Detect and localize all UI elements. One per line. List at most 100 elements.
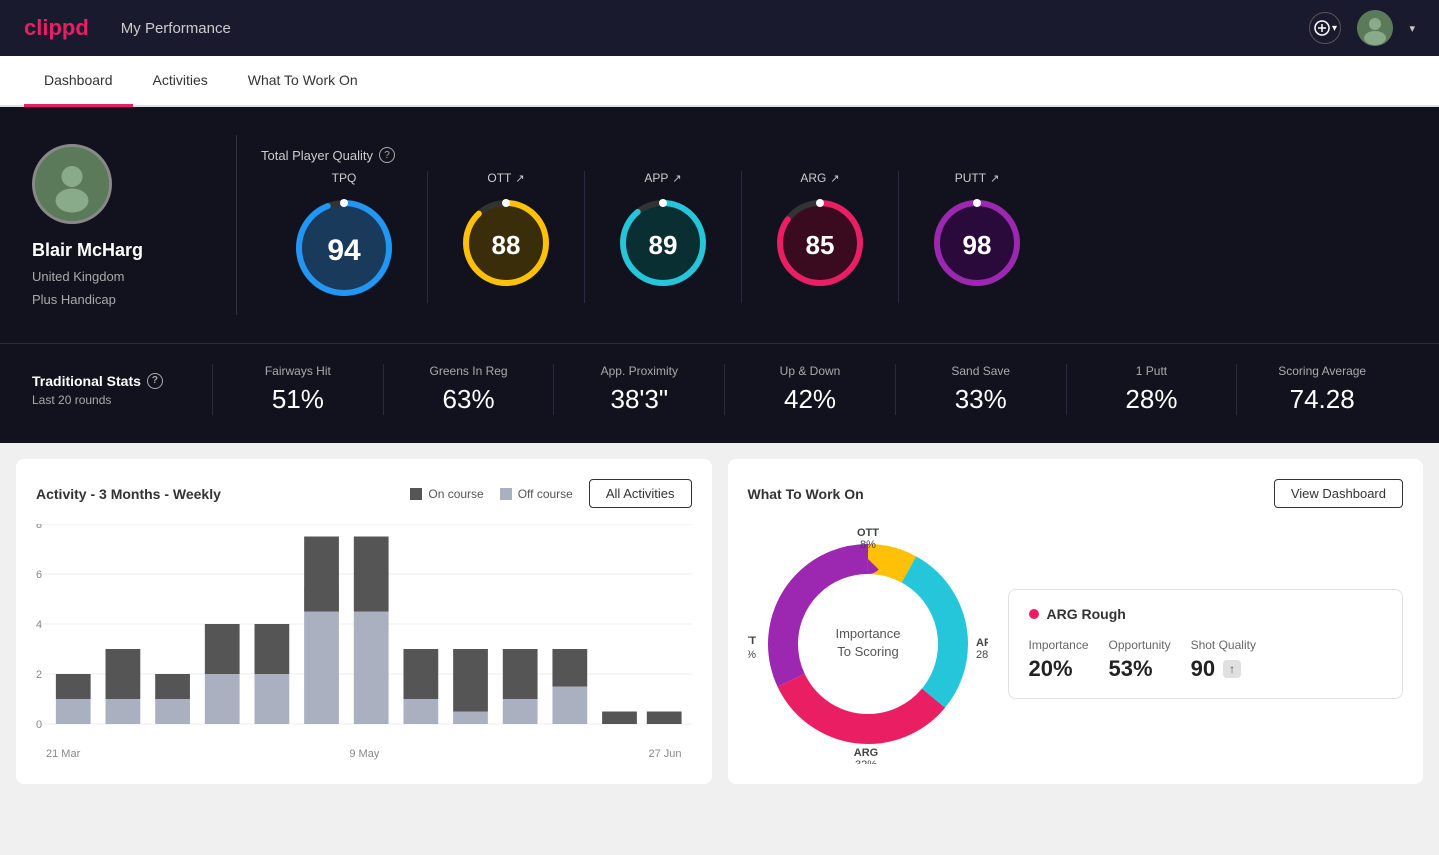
traditional-stats: Traditional Stats ? Last 20 rounds Fairw… [0, 343, 1439, 443]
trad-stat-4: Sand Save 33% [895, 364, 1066, 415]
tpq-label: Total Player Quality ? [261, 147, 1055, 163]
trad-stat-0: Fairways Hit 51% [212, 364, 383, 415]
activity-chart-title: Activity - 3 Months - Weekly [36, 486, 221, 502]
tab-activities[interactable]: Activities [133, 56, 228, 107]
tab-what-to-work-on[interactable]: What To Work On [228, 56, 378, 107]
svg-text:To Scoring: To Scoring [837, 644, 898, 659]
what-to-work-on-card: What To Work On View Dashboard [728, 459, 1424, 784]
donut-label-container: Importance To Scoring OTT 8% APP 28% ARG… [748, 524, 988, 764]
circle-svg-ott: 88 [456, 193, 556, 293]
player-avatar [32, 144, 112, 224]
player-handicap: Plus Handicap [32, 292, 116, 307]
add-chevron: ▾ [1332, 23, 1337, 34]
score-circle-app: APP↗ 89 [585, 171, 742, 303]
svg-text:98: 98 [963, 230, 992, 260]
svg-text:PUTT: PUTT [748, 635, 756, 647]
bar-off-3 [155, 699, 190, 724]
player-info: Blair McHarg United Kingdom Plus Handica… [32, 144, 212, 307]
x-axis-labels: 21 Mar 9 May 27 Jun [36, 748, 692, 760]
user-avatar[interactable] [1357, 10, 1393, 46]
arg-title: ARG Rough [1029, 606, 1383, 622]
all-activities-button[interactable]: All Activities [589, 479, 692, 508]
work-card-title: What To Work On [748, 486, 864, 502]
bar-on-6 [304, 537, 339, 612]
svg-text:0: 0 [36, 719, 42, 731]
activity-card: Activity - 3 Months - Weekly On course O… [16, 459, 712, 784]
score-circle-arg: ARG↗ 85 [742, 171, 899, 303]
trad-title: Traditional Stats ? [32, 373, 212, 389]
trad-stat-value-2: 38'3" [570, 384, 708, 415]
arg-dot [1029, 609, 1039, 619]
trad-stat-label-3: Up & Down [741, 364, 879, 378]
bar-on-2 [106, 649, 141, 699]
bar-on-11 [552, 649, 587, 687]
circle-svg-arg: 85 [770, 193, 870, 293]
score-label-arg: ARG↗ [800, 171, 839, 185]
legend-off-course-dot [500, 488, 512, 500]
work-card-header: What To Work On View Dashboard [748, 479, 1404, 508]
svg-text:89: 89 [649, 230, 678, 260]
bar-on-4 [205, 624, 240, 674]
chart-area: 0 2 4 6 8 [36, 524, 692, 744]
header: clippd My Performance ▾ ▾ [0, 0, 1439, 56]
svg-text:8: 8 [36, 524, 42, 531]
svg-text:85: 85 [806, 230, 835, 260]
tpq-section: Total Player Quality ? TPQ94OTT↗88APP↗89… [261, 147, 1055, 303]
logo: clippd [24, 15, 89, 41]
svg-text:Importance: Importance [835, 626, 900, 641]
bar-off-10 [503, 699, 538, 724]
svg-text:32%: 32% [748, 649, 756, 661]
score-label-ott: OTT↗ [487, 171, 524, 185]
header-actions: ▾ ▾ [1309, 10, 1415, 46]
header-title: My Performance [121, 20, 1310, 37]
svg-text:32%: 32% [854, 759, 876, 764]
stats-banner: Blair McHarg United Kingdom Plus Handica… [0, 107, 1439, 343]
trad-stat-value-3: 42% [741, 384, 879, 415]
bar-on-13 [647, 712, 682, 725]
tpq-help-icon[interactable]: ? [379, 147, 395, 163]
bar-on-3 [155, 674, 190, 699]
bar-off-8 [403, 699, 438, 724]
trad-stat-value-0: 51% [229, 384, 367, 415]
bar-on-7 [354, 537, 389, 612]
chart-legend: On course Off course [410, 487, 573, 501]
svg-text:2: 2 [36, 669, 42, 681]
svg-text:6: 6 [36, 569, 42, 581]
player-name: Blair McHarg [32, 240, 143, 261]
bar-on-8 [403, 649, 438, 699]
legend-on-course: On course [410, 487, 483, 501]
score-label-app: APP↗ [644, 171, 681, 185]
tab-bar: Dashboard Activities What To Work On [0, 56, 1439, 107]
bar-off-9 [453, 712, 488, 725]
svg-text:4: 4 [36, 619, 42, 631]
donut-svg: Importance To Scoring OTT 8% APP 28% ARG… [748, 524, 988, 764]
divider [236, 135, 237, 315]
work-content: Importance To Scoring OTT 8% APP 28% ARG… [748, 524, 1404, 764]
svg-text:8%: 8% [860, 539, 876, 551]
arg-metric-importance: Importance 20% [1029, 638, 1089, 682]
legend-off-course: Off course [500, 487, 573, 501]
score-label-putt: PUTT↗ [955, 171, 1000, 185]
trad-stat-label-1: Greens In Reg [400, 364, 538, 378]
trad-stat-label-5: 1 Putt [1083, 364, 1221, 378]
trad-stat-label-0: Fairways Hit [229, 364, 367, 378]
trad-stat-5: 1 Putt 28% [1066, 364, 1237, 415]
svg-text:OTT: OTT [857, 527, 879, 539]
trad-help-icon[interactable]: ? [147, 373, 163, 389]
avatar-chevron: ▾ [1409, 22, 1415, 35]
arg-metric-opportunity: Opportunity 53% [1109, 638, 1171, 682]
trad-stat-value-6: 74.28 [1253, 384, 1391, 415]
player-country: United Kingdom [32, 269, 125, 284]
arg-metric-shot-quality: Shot Quality 90 ↑ [1191, 638, 1256, 682]
trad-stat-value-5: 28% [1083, 384, 1221, 415]
add-button[interactable]: ▾ [1309, 12, 1341, 44]
trad-stat-6: Scoring Average 74.28 [1236, 364, 1407, 415]
legend-on-course-dot [410, 488, 422, 500]
trad-stat-label-6: Scoring Average [1253, 364, 1391, 378]
view-dashboard-button[interactable]: View Dashboard [1274, 479, 1403, 508]
score-circle-putt: PUTT↗ 98 [899, 171, 1055, 303]
trad-stat-value-1: 63% [400, 384, 538, 415]
svg-text:ARG: ARG [853, 747, 877, 759]
arg-card: ARG Rough Importance 20% Opportunity 53%… [1008, 589, 1404, 699]
tab-dashboard[interactable]: Dashboard [24, 56, 133, 107]
